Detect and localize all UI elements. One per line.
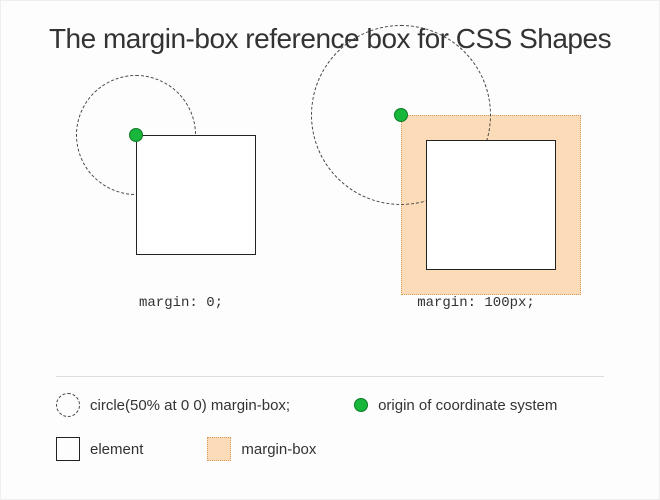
margin-box-icon [207, 437, 231, 461]
legend-row-1: circle(50% at 0 0) margin-box; origin of… [56, 393, 604, 417]
legend-item-element: element [56, 437, 143, 461]
legend-shape-text: circle(50% at 0 0) margin-box; [90, 397, 290, 414]
legend-origin-text: origin of coordinate system [378, 397, 557, 414]
element-box [426, 140, 556, 270]
origin-dot-icon [129, 128, 143, 142]
origin-dot-icon [394, 108, 408, 122]
caption-right: margin: 100px; [346, 295, 606, 311]
legend-item-origin: origin of coordinate system [354, 397, 557, 414]
legend-item-shape: circle(50% at 0 0) margin-box; [56, 393, 290, 417]
dashed-circle-icon [56, 393, 80, 417]
legend-marginbox-text: margin-box [241, 441, 316, 458]
legend: circle(50% at 0 0) margin-box; origin of… [56, 393, 604, 481]
caption-left: margin: 0; [66, 295, 296, 311]
legend-item-marginbox: margin-box [207, 437, 316, 461]
legend-row-2: element margin-box [56, 437, 604, 461]
element-box [136, 135, 256, 255]
divider [56, 376, 604, 377]
square-icon [56, 437, 80, 461]
diagram-stage: margin: 0; margin: 100px; [1, 55, 659, 345]
origin-dot-icon [354, 398, 368, 412]
diagram-title: The margin-box reference box for CSS Sha… [1, 1, 659, 55]
legend-element-text: element [90, 441, 143, 458]
